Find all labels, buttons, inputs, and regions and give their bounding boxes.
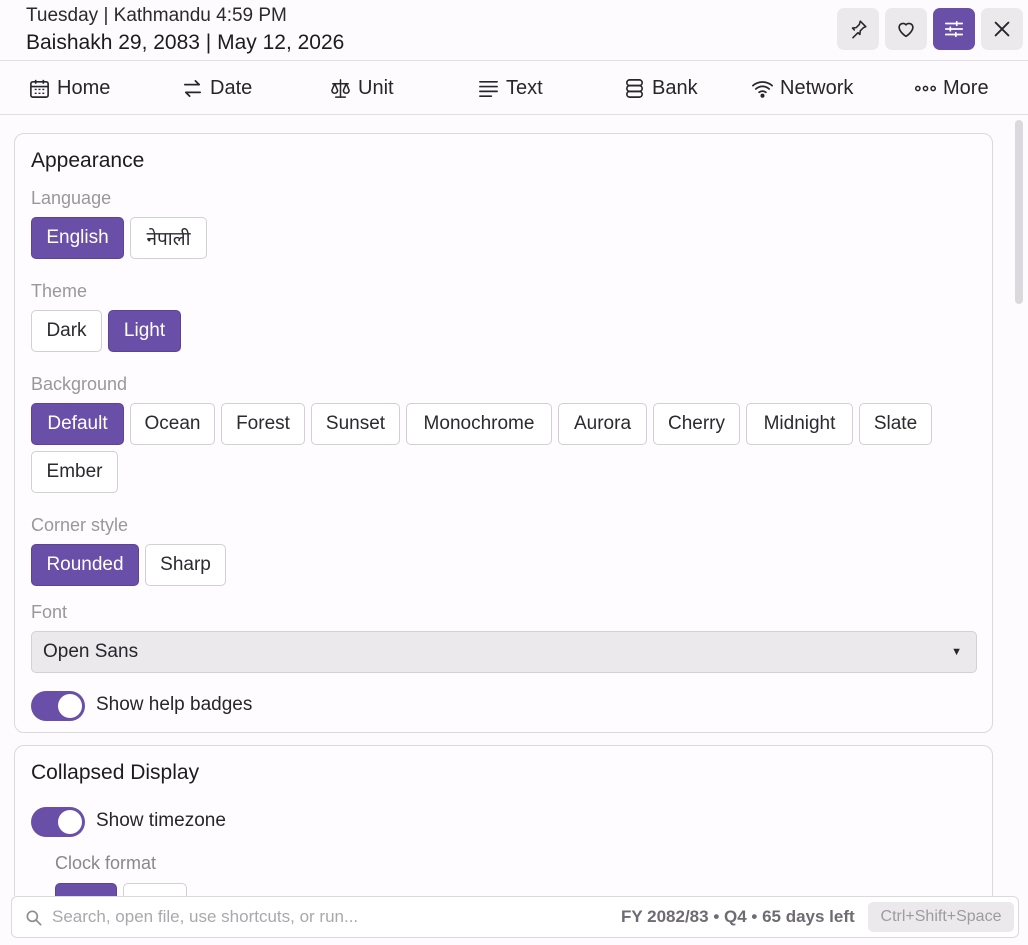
clock-format-option-2[interactable] — [123, 883, 187, 896]
scrollbar-thumb[interactable] — [1015, 120, 1023, 304]
toggle-knob — [58, 694, 82, 718]
toggle-knob — [58, 810, 82, 834]
dots-icon — [914, 85, 937, 91]
nav-home[interactable]: Home — [28, 61, 110, 115]
background-sunset-button[interactable]: Sunset — [311, 403, 400, 445]
clock-format-option-1[interactable] — [55, 883, 117, 896]
background-label: Background — [31, 374, 128, 394]
close-icon — [994, 21, 1010, 37]
background-aurora-button[interactable]: Aurora — [558, 403, 647, 445]
heart-icon — [898, 22, 914, 38]
font-select[interactable]: Open Sans ▼ — [31, 631, 977, 673]
language-english-button[interactable]: English — [31, 217, 124, 259]
title-bar: Tuesday | Kathmandu 4:59 PM Baishakh 29,… — [0, 0, 1028, 61]
settings-button[interactable] — [933, 8, 975, 50]
collapsed-display-title: Collapsed Display — [31, 761, 200, 784]
nav-bank-label: Bank — [652, 76, 698, 99]
favorite-button[interactable] — [885, 8, 927, 50]
background-forest-button[interactable]: Forest — [221, 403, 305, 445]
background-ocean-button[interactable]: Ocean — [130, 403, 215, 445]
background-cherry-button[interactable]: Cherry — [653, 403, 740, 445]
background-default-button[interactable]: Default — [31, 403, 124, 445]
settings-scroll-area[interactable]: Appearance Language English नेपाली Theme… — [0, 115, 1028, 896]
background-monochrome-button[interactable]: Monochrome — [406, 403, 552, 445]
collapsed-display-card: Collapsed Display Show timezone Clock fo… — [14, 745, 993, 896]
corner-style-label: Corner style — [31, 515, 129, 535]
font-select-value: Open Sans — [43, 641, 139, 662]
caret-down-icon: ▼ — [951, 646, 962, 658]
shortcut-hint: Ctrl+Shift+Space — [868, 902, 1014, 932]
background-midnight-button[interactable]: Midnight — [746, 403, 853, 445]
fiscal-year-info: FY 2082/83 • Q4 • 65 days left — [621, 907, 855, 926]
command-bar: FY 2082/83 • Q4 • 65 days left Ctrl+Shif… — [11, 896, 1019, 938]
theme-light-button[interactable]: Light — [108, 310, 181, 352]
help-badges-toggle[interactable] — [31, 691, 85, 721]
appearance-card: Appearance Language English नेपाली Theme… — [14, 133, 993, 733]
background-slate-button[interactable]: Slate — [859, 403, 932, 445]
help-badges-label: Show help badges — [96, 694, 253, 715]
calendar-icon — [30, 79, 49, 98]
appearance-title: Appearance — [31, 149, 145, 172]
corner-rounded-button[interactable]: Rounded — [31, 544, 139, 586]
theme-dark-button[interactable]: Dark — [31, 310, 102, 352]
nav-text[interactable]: Text — [477, 61, 543, 115]
show-timezone-label: Show timezone — [96, 810, 226, 831]
nav-more-label: More — [943, 76, 989, 99]
nav-more[interactable]: More — [914, 61, 989, 115]
theme-label: Theme — [31, 281, 88, 301]
command-search-input[interactable] — [52, 903, 572, 931]
sliders-icon — [944, 20, 964, 38]
nav-unit[interactable]: Unit — [329, 61, 394, 115]
clock-format-label: Clock format — [55, 853, 157, 873]
nav-home-label: Home — [57, 76, 111, 99]
main-nav: Home Date Unit Text Bank Network More — [0, 61, 1028, 115]
nav-network[interactable]: Network — [751, 61, 853, 115]
nav-date-label: Date — [210, 76, 253, 99]
nav-bank[interactable]: Bank — [623, 61, 698, 115]
show-timezone-toggle[interactable] — [31, 807, 85, 837]
nav-network-label: Network — [780, 76, 854, 99]
pin-button[interactable] — [837, 8, 879, 50]
wifi-icon — [752, 80, 773, 98]
nav-unit-label: Unit — [358, 76, 394, 99]
scale-icon — [331, 78, 350, 98]
database-icon — [626, 78, 643, 98]
corner-sharp-button[interactable]: Sharp — [145, 544, 226, 586]
pin-icon — [851, 20, 867, 39]
nav-date[interactable]: Date — [181, 61, 252, 115]
background-ember-button[interactable]: Ember — [31, 451, 118, 493]
close-button[interactable] — [981, 8, 1023, 50]
font-label: Font — [31, 602, 68, 622]
text-lines-icon — [479, 80, 498, 97]
language-label: Language — [31, 188, 112, 208]
swap-arrows-icon — [183, 79, 202, 97]
nav-text-label: Text — [506, 76, 543, 99]
search-icon — [26, 910, 42, 926]
language-nepali-button[interactable]: नेपाली — [130, 217, 207, 259]
header-dates: Baishakh 29, 2083 | May 12, 2026 — [26, 31, 345, 54]
header-weekday-time: Tuesday | Kathmandu 4:59 PM — [26, 5, 287, 26]
